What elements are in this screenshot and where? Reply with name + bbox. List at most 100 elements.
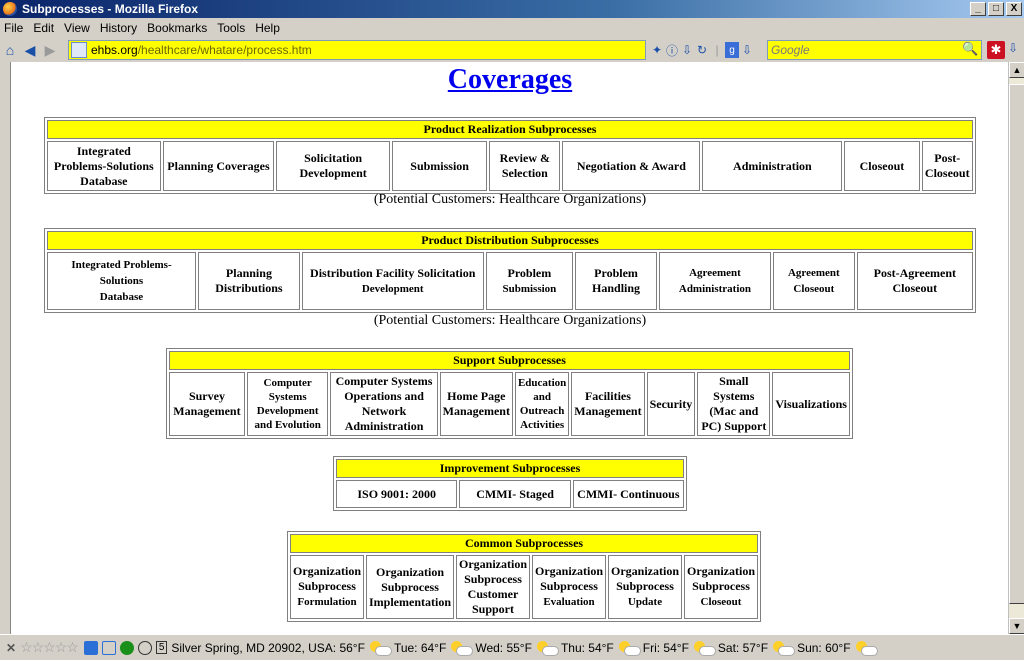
table-cell: Distribution Facility Solicitation Develo… xyxy=(301,252,484,310)
menu-history[interactable]: History xyxy=(100,21,137,35)
page-content: Coverages Product Realization Subprocess… xyxy=(10,62,1008,634)
table-cell: CMMI- Continuous xyxy=(572,480,684,508)
product-realization-table: Product Realization Subprocesses Integra… xyxy=(44,117,976,194)
partly-cloudy-icon xyxy=(536,640,559,656)
close-icon[interactable]: ✕ xyxy=(6,641,16,655)
toolbar-overflow-icon[interactable]: ⇩ xyxy=(1008,41,1018,55)
table-header: Product Realization Subprocesses xyxy=(47,120,973,139)
forecast-fri[interactable]: Fri: 54°F xyxy=(643,641,689,655)
table-header: Common Subprocesses xyxy=(290,534,758,553)
table-cell: Organization Subprocess Closeout xyxy=(684,555,758,619)
table-cell: Submission xyxy=(391,141,488,191)
forecast-sun[interactable]: Sun: 60°F xyxy=(797,641,851,655)
table-cell: Organization Subprocess Implementation xyxy=(366,555,454,619)
menu-help[interactable]: Help xyxy=(255,21,280,35)
firefox-icon xyxy=(3,2,17,16)
table-cell: Post-Closeout xyxy=(921,141,973,191)
table-cell: Problem Handling xyxy=(575,252,657,310)
google-icon[interactable]: g xyxy=(725,42,739,58)
menu-file[interactable]: File xyxy=(4,21,23,35)
separator-icon: | xyxy=(715,43,719,57)
table-cell: Review & Selection xyxy=(489,141,561,191)
common-table: Common Subprocesses Organization Subproc… xyxy=(287,531,761,622)
menu-edit[interactable]: Edit xyxy=(33,21,54,35)
table-cell: Closeout xyxy=(844,141,920,191)
clock-icon[interactable] xyxy=(137,640,152,655)
green-status-icon[interactable] xyxy=(119,640,134,655)
addon-icon[interactable]: ✱ xyxy=(987,41,1005,59)
search-placeholder: Google xyxy=(771,43,810,57)
menu-bookmarks[interactable]: Bookmarks xyxy=(147,21,207,35)
table-cell: Computer Systems Operations and Network … xyxy=(330,372,438,436)
navigation-toolbar: ⌂ ◀ ▶ ehbs.org/healthcare/whatare/proces… xyxy=(0,38,1024,62)
info-icon[interactable]: ⓘ xyxy=(665,42,679,58)
bookmark-star-icon[interactable]: ✦ xyxy=(650,42,664,58)
improvement-table: Improvement Subprocesses ISO 9001: 2000 … xyxy=(333,456,687,511)
product-distribution-table: Product Distribution Subprocesses Integr… xyxy=(44,228,976,313)
calendar-icon[interactable]: 5 xyxy=(155,641,168,654)
partly-cloudy-icon xyxy=(693,640,716,656)
back-button[interactable]: ◀ xyxy=(20,40,40,60)
page-icon xyxy=(71,42,87,58)
table-cell: Planning Coverages xyxy=(162,141,275,191)
menu-bar: File Edit View History Bookmarks Tools H… xyxy=(0,18,1024,38)
maximize-button[interactable]: □ xyxy=(988,2,1004,16)
page-title: Coverages xyxy=(11,64,1008,96)
table-cell: Security xyxy=(646,372,696,436)
scroll-down-icon[interactable]: ▼ xyxy=(1009,618,1024,634)
url-host: ehbs.org xyxy=(91,43,138,57)
table-cell: Administration xyxy=(702,141,843,191)
down-arrow-icon[interactable]: ⇩ xyxy=(680,42,694,58)
forecast-thu[interactable]: Thu: 54°F xyxy=(561,641,614,655)
partly-cloudy-icon xyxy=(369,640,392,656)
home-icon[interactable]: ⌂ xyxy=(0,40,20,60)
table-cell: Computer Systems Development and Evoluti… xyxy=(246,372,329,436)
current-weather[interactable]: Silver Spring, MD 20902, USA: 56°F xyxy=(171,641,365,655)
menu-view[interactable]: View xyxy=(64,21,90,35)
table-cell: Education and Outreach Activities xyxy=(514,372,570,436)
menu-tools[interactable]: Tools xyxy=(217,21,245,35)
table-cell: Integrated Problems-Solutions Database xyxy=(47,141,161,191)
customers-note: (Potential Customers: Healthcare Organiz… xyxy=(373,192,647,207)
forward-button[interactable]: ▶ xyxy=(40,40,60,60)
minimize-button[interactable]: _ xyxy=(970,2,986,16)
sidebar-edge xyxy=(0,62,10,634)
scroll-up-icon[interactable]: ▲ xyxy=(1009,62,1024,78)
search-input[interactable]: Google xyxy=(767,40,982,60)
partly-cloudy-icon xyxy=(451,640,474,656)
table-cell: ISO 9001: 2000 xyxy=(336,480,458,508)
forecast-wed[interactable]: Wed: 55°F xyxy=(475,641,532,655)
table-cell: CMMI- Staged xyxy=(459,480,571,508)
table-cell: Facilities Management xyxy=(571,372,645,436)
table-cell: Small Systems (Mac and PC) Support xyxy=(697,372,771,436)
addon-blue-icon[interactable] xyxy=(83,640,98,655)
partly-cloudy-icon xyxy=(618,640,641,656)
table-cell: Organization Subprocess Evaluation xyxy=(532,555,606,619)
forecast-sat[interactable]: Sat: 57°F xyxy=(718,641,768,655)
forecast-tue[interactable]: Tue: 64°F xyxy=(394,641,446,655)
support-table: Support Subprocesses Survey Management C… xyxy=(166,348,853,439)
url-bar[interactable]: ehbs.org/healthcare/whatare/process.htm xyxy=(68,40,646,60)
refresh-icon[interactable]: ↻ xyxy=(695,42,709,58)
coverages-link[interactable]: Coverages xyxy=(448,64,572,95)
table-header: Support Subprocesses xyxy=(169,351,850,370)
scrollbar-thumb[interactable] xyxy=(1009,84,1024,604)
table-cell: Home Page Management xyxy=(439,372,513,436)
search-icon[interactable]: 🔍 xyxy=(962,41,978,57)
sp-icon[interactable] xyxy=(101,640,116,655)
vertical-scrollbar[interactable]: ▲ ▼ xyxy=(1008,62,1024,634)
table-header: Improvement Subprocesses xyxy=(336,459,684,478)
table-cell: Negotiation & Award xyxy=(562,141,701,191)
url-path: /healthcare/whatare/process.htm xyxy=(137,43,312,57)
dropdown-arrow-icon[interactable]: ⇩ xyxy=(740,42,754,58)
table-cell: Post-Agreement Closeout xyxy=(856,252,973,310)
window-title: Subprocesses - Mozilla Firefox xyxy=(22,2,199,16)
table-cell: Organization Subprocess Formulation xyxy=(290,555,364,619)
rating-stars-icon[interactable]: ☆☆☆☆☆ xyxy=(20,639,79,656)
table-cell: Agreement Administration xyxy=(658,252,772,310)
table-cell: Survey Management xyxy=(169,372,245,436)
window-titlebar: Subprocesses - Mozilla Firefox _ □ X xyxy=(0,0,1024,18)
table-cell: Planning Distributions xyxy=(197,252,300,310)
table-cell: Problem Submission xyxy=(485,252,574,310)
close-button[interactable]: X xyxy=(1006,2,1022,16)
